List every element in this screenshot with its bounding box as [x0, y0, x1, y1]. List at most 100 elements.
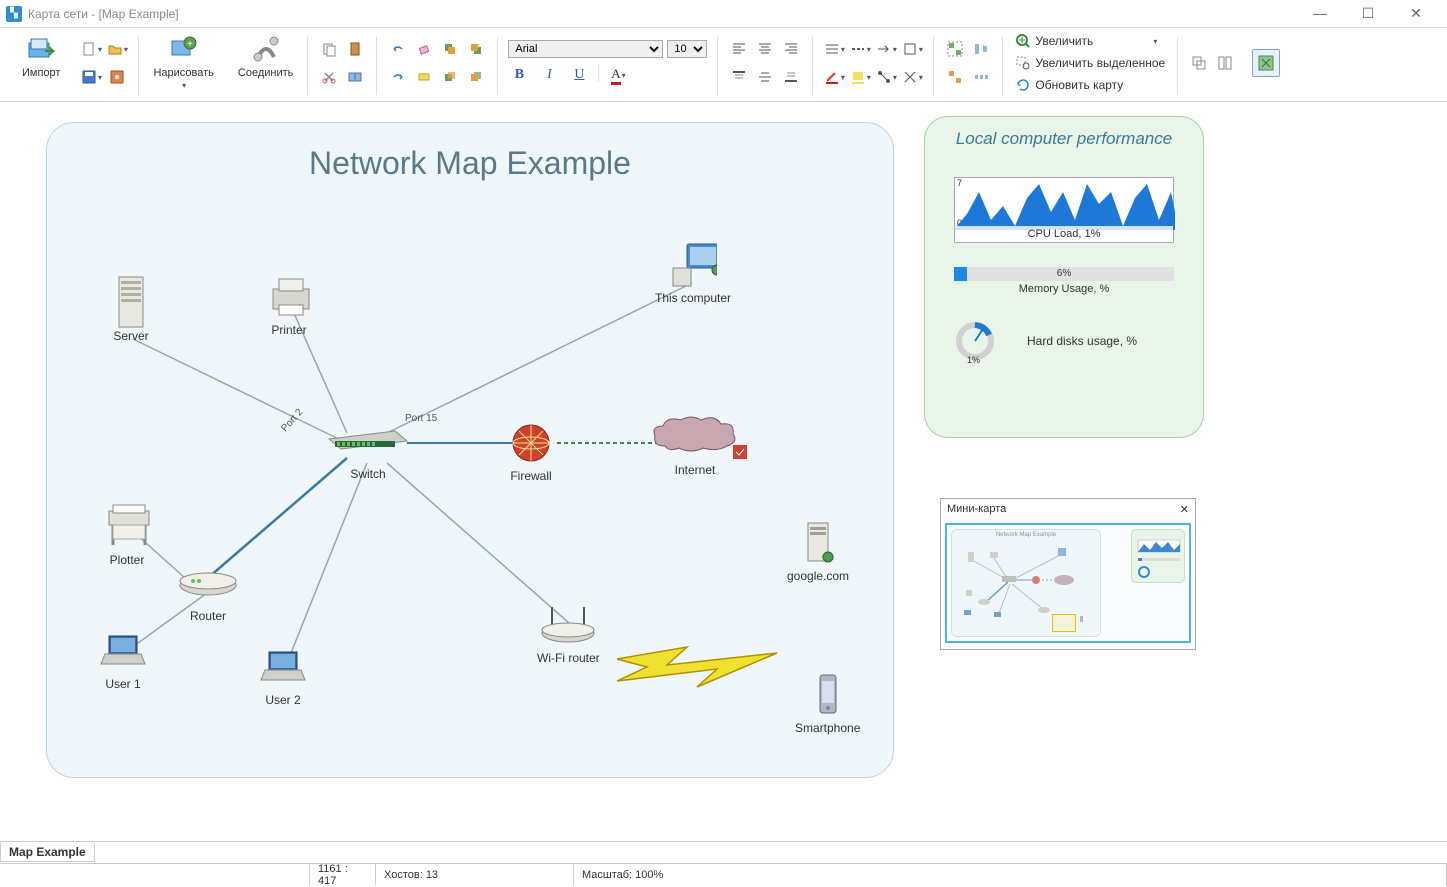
- cpu-label: CPU Load, 1%: [955, 226, 1173, 242]
- backward-button[interactable]: [465, 66, 487, 88]
- paste-button[interactable]: [344, 38, 366, 60]
- node-this-computer[interactable]: This computer: [655, 241, 731, 305]
- redo-button[interactable]: [387, 66, 409, 88]
- highlight-button[interactable]: [413, 66, 435, 88]
- config-button[interactable]: [106, 66, 128, 88]
- draw-button[interactable]: + Нарисовать: [149, 31, 217, 92]
- refresh-map-label: Обновить карту: [1035, 78, 1123, 92]
- tab-map-example[interactable]: Map Example: [0, 843, 95, 862]
- internet-status-icon: [733, 445, 747, 459]
- node-wifi-router[interactable]: Wi-Fi router: [537, 601, 600, 665]
- close-button[interactable]: ✕: [1401, 5, 1431, 22]
- titlebar: ▚ Карта сети - [Map Example] — ☐ ✕: [0, 0, 1447, 28]
- align-middle-button[interactable]: [754, 66, 776, 88]
- memory-label: Memory Usage, %: [954, 283, 1174, 295]
- undo-button[interactable]: [387, 38, 409, 60]
- node-user1[interactable]: User 1: [99, 627, 147, 691]
- line-weight-button[interactable]: [823, 38, 845, 60]
- duplicate-button[interactable]: [344, 66, 366, 88]
- group-button[interactable]: [944, 38, 966, 60]
- line-dash-button[interactable]: [849, 38, 871, 60]
- open-folder-button[interactable]: [106, 38, 128, 60]
- node-switch[interactable]: Switch: [325, 417, 411, 481]
- import-button[interactable]: Импорт: [18, 31, 64, 81]
- node-plotter[interactable]: Plotter: [103, 503, 151, 567]
- port-2-label: Port 2: [279, 407, 305, 434]
- bring-front-button[interactable]: [439, 38, 461, 60]
- lightning-icon: [607, 639, 787, 699]
- refresh-map-button[interactable]: Обновить карту: [1011, 75, 1169, 95]
- maximize-button[interactable]: ☐: [1353, 5, 1383, 22]
- align-center-button[interactable]: [754, 38, 776, 60]
- font-color-button[interactable]: A: [607, 64, 629, 86]
- plotter-icon: [103, 503, 151, 551]
- map-panel: Network Map Example Port 2 Port 15 Serve…: [46, 122, 894, 778]
- font-size-select[interactable]: 10: [667, 40, 707, 58]
- connect-icon: [250, 33, 282, 65]
- smartphone-icon: [804, 671, 852, 719]
- line-route-button[interactable]: [901, 38, 923, 60]
- connector-button[interactable]: [875, 66, 897, 88]
- minimap-close-button[interactable]: ✕: [1180, 503, 1189, 516]
- minimap-viewport[interactable]: Network Map Example: [945, 523, 1191, 643]
- cut-button[interactable]: [318, 66, 340, 88]
- node-router[interactable]: Router: [177, 559, 239, 623]
- align-top-button[interactable]: [728, 66, 750, 88]
- node-smartphone[interactable]: Smartphone: [795, 671, 860, 735]
- distribute-button[interactable]: [970, 66, 992, 88]
- toolbar: Импорт + Нарисовать Соединить: [0, 28, 1447, 102]
- align-objects-button[interactable]: [970, 38, 992, 60]
- line-arrow-button[interactable]: [875, 38, 897, 60]
- copy-button[interactable]: [318, 38, 340, 60]
- node-google[interactable]: google.com: [787, 519, 849, 583]
- node-server[interactable]: Server: [107, 279, 155, 343]
- switch-icon: [325, 417, 411, 465]
- refresh-icon: [1015, 77, 1031, 93]
- align-left-button[interactable]: [728, 38, 750, 60]
- connect-label: Соединить: [238, 67, 294, 79]
- pattern-button[interactable]: [901, 66, 923, 88]
- cpu-chart: 7 0 CPU Load, 1%: [954, 177, 1174, 243]
- align-right-button[interactable]: [780, 38, 802, 60]
- canvas[interactable]: Network Map Example Port 2 Port 15 Serve…: [0, 102, 1447, 862]
- cascade-windows-button[interactable]: [1188, 52, 1210, 74]
- disk-label: Hard disks usage, %: [1027, 334, 1137, 348]
- map-title: Network Map Example: [47, 123, 893, 182]
- font-name-select[interactable]: Arial: [508, 40, 663, 58]
- node-internet[interactable]: Internet: [647, 413, 743, 477]
- send-back-button[interactable]: [465, 38, 487, 60]
- svg-text:+: +: [187, 39, 193, 50]
- new-file-button[interactable]: [80, 38, 102, 60]
- minimap-highlight: [1052, 614, 1076, 632]
- bold-button[interactable]: B: [508, 64, 530, 86]
- minimize-button[interactable]: —: [1305, 5, 1335, 22]
- document-tabs: Map Example: [0, 841, 1447, 863]
- eraser-button[interactable]: [413, 38, 435, 60]
- line-color-button[interactable]: [823, 66, 845, 88]
- tile-windows-button[interactable]: [1214, 52, 1236, 74]
- node-printer[interactable]: Printer: [265, 273, 313, 337]
- zoom-selection-icon: [1015, 55, 1031, 71]
- status-coords: 1161 : 417: [310, 864, 376, 885]
- fill-color-button[interactable]: [849, 66, 871, 88]
- fullscreen-button[interactable]: [1252, 49, 1280, 77]
- cloud-icon: [647, 413, 743, 461]
- forward-button[interactable]: [439, 66, 461, 88]
- ungroup-button[interactable]: [944, 66, 966, 88]
- node-firewall[interactable]: Firewall: [507, 419, 555, 483]
- minimap-panel[interactable]: Мини-карта ✕ Network Map Example: [940, 498, 1196, 650]
- zoom-in-label: Увеличить: [1035, 34, 1093, 48]
- zoom-selection-button[interactable]: Увеличить выделенное: [1011, 53, 1169, 73]
- disk-gauge: 1%: [953, 319, 997, 363]
- underline-button[interactable]: U: [568, 64, 590, 86]
- connect-button[interactable]: Соединить: [234, 31, 298, 81]
- zoom-in-button[interactable]: Увеличить: [1011, 31, 1161, 51]
- save-button[interactable]: [80, 66, 102, 88]
- italic-button[interactable]: I: [538, 64, 560, 86]
- import-icon: [25, 33, 57, 65]
- node-user2[interactable]: User 2: [259, 643, 307, 707]
- align-bottom-button[interactable]: [780, 66, 802, 88]
- perf-title: Local computer performance: [941, 129, 1187, 149]
- memory-bar: 6%: [954, 267, 1174, 281]
- router-icon: [177, 559, 239, 607]
